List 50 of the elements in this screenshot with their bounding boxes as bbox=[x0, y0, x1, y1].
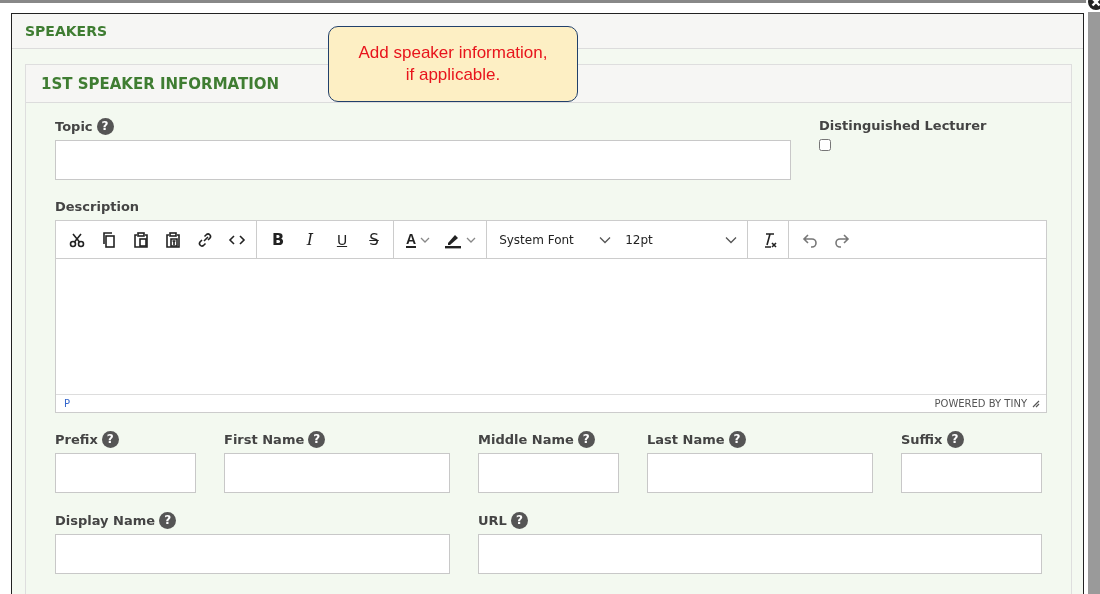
chevron-icon[interactable] bbox=[725, 235, 738, 244]
input-field[interactable] bbox=[55, 453, 196, 493]
input-field[interactable] bbox=[55, 140, 791, 180]
checkbox[interactable] bbox=[819, 139, 831, 151]
field-label: Distinguished Lecturer bbox=[819, 118, 987, 133]
paste-icon[interactable] bbox=[132, 230, 150, 249]
copy-icon[interactable] bbox=[100, 230, 118, 249]
field-label: Topic bbox=[55, 118, 93, 134]
underline-button[interactable]: U bbox=[333, 231, 351, 248]
link-icon[interactable] bbox=[196, 230, 214, 249]
chevron-icon[interactable] bbox=[599, 235, 612, 244]
element-path[interactable]: P bbox=[64, 398, 71, 409]
card-title: 1ST SPEAKER INFORMATION bbox=[41, 74, 280, 93]
help-icon[interactable]: ? bbox=[96, 117, 114, 135]
help-icon[interactable]: ? bbox=[728, 430, 746, 448]
field-label: Display Name bbox=[55, 512, 156, 528]
bold-button[interactable]: B bbox=[269, 230, 287, 249]
help-icon[interactable]: ? bbox=[101, 430, 119, 448]
callout-text: if applicable. bbox=[405, 64, 501, 86]
resize-handle-icon[interactable] bbox=[1032, 399, 1040, 408]
field-label: Suffix bbox=[901, 431, 943, 447]
branding-link[interactable]: POWERED BY TINY bbox=[934, 398, 1027, 409]
help-icon[interactable]: ? bbox=[308, 430, 326, 448]
italic-button[interactable]: I bbox=[301, 230, 319, 249]
strikethrough-button[interactable]: S bbox=[365, 230, 383, 249]
field-label: Middle Name bbox=[478, 431, 574, 447]
paste-text-icon[interactable] bbox=[164, 230, 182, 249]
input-field[interactable] bbox=[224, 453, 450, 493]
help-icon[interactable]: ? bbox=[510, 511, 528, 529]
chevron-icon[interactable] bbox=[420, 235, 431, 244]
help-icon[interactable]: ? bbox=[577, 430, 595, 448]
font-family-dropdown[interactable]: System Font bbox=[499, 232, 612, 247]
section-title: SPEAKERS bbox=[25, 23, 108, 39]
text-color-button[interactable]: A bbox=[406, 231, 431, 248]
field-label: URL bbox=[478, 512, 507, 528]
font-size-dropdown[interactable]: 12pt bbox=[625, 232, 738, 247]
callout-text: Add speaker information, bbox=[358, 42, 548, 64]
field-label: Prefix bbox=[55, 431, 98, 447]
field-label: Description bbox=[55, 198, 140, 214]
field-label: Last Name bbox=[647, 431, 725, 447]
input-field[interactable] bbox=[647, 453, 873, 493]
help-icon[interactable]: ? bbox=[946, 430, 964, 448]
field-label: First Name bbox=[224, 431, 305, 447]
input-field[interactable] bbox=[901, 453, 1042, 493]
input-field[interactable] bbox=[55, 534, 450, 574]
input-field[interactable] bbox=[478, 453, 619, 493]
input-field[interactable] bbox=[478, 534, 1042, 574]
scrollbar[interactable] bbox=[1088, 12, 1100, 594]
help-icon[interactable]: ? bbox=[159, 511, 177, 529]
chevron-icon[interactable] bbox=[466, 235, 477, 244]
